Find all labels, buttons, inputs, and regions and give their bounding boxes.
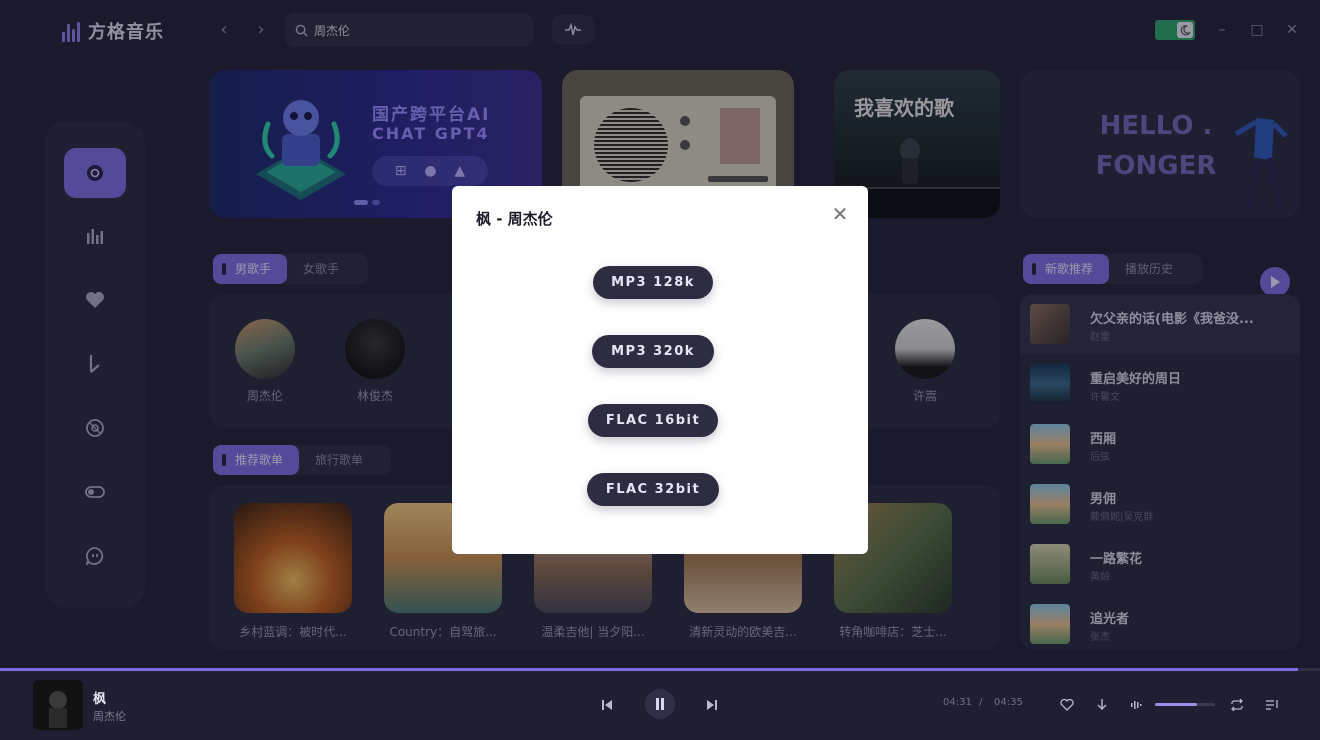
quality-option-button[interactable]: FLAC 16bit	[588, 404, 718, 437]
download-icon[interactable]	[1090, 693, 1114, 717]
heart-icon[interactable]	[1055, 693, 1079, 717]
volume-slider[interactable]	[1155, 703, 1215, 706]
volume-icon[interactable]	[1125, 693, 1149, 717]
time-separator: /	[979, 697, 983, 708]
now-playing-cover[interactable]	[33, 680, 83, 730]
pause-icon	[656, 698, 664, 710]
quality-dialog: 枫 - 周杰伦 ✕ MP3 128k MP3 320k FLAC 16bit F…	[452, 186, 868, 554]
total-time: 04:35	[994, 697, 1023, 708]
quality-option-button[interactable]: FLAC 32bit	[587, 473, 719, 506]
now-playing-artist: 周杰伦	[93, 710, 126, 723]
quality-option-button[interactable]: MP3 320k	[592, 335, 714, 368]
next-icon[interactable]	[700, 693, 724, 717]
close-icon[interactable]: ✕	[830, 204, 850, 224]
current-time: 04:31	[943, 697, 972, 708]
quality-option-button[interactable]: MP3 128k	[593, 266, 713, 299]
previous-icon[interactable]	[595, 693, 619, 717]
player-bar: 枫 周杰伦 04:31 / 04:35	[0, 671, 1320, 740]
playlist-icon[interactable]	[1260, 693, 1284, 717]
now-playing-title: 枫	[93, 692, 107, 707]
repeat-icon[interactable]	[1225, 693, 1249, 717]
pause-button[interactable]	[645, 689, 675, 719]
dialog-title: 枫 - 周杰伦	[476, 210, 553, 228]
